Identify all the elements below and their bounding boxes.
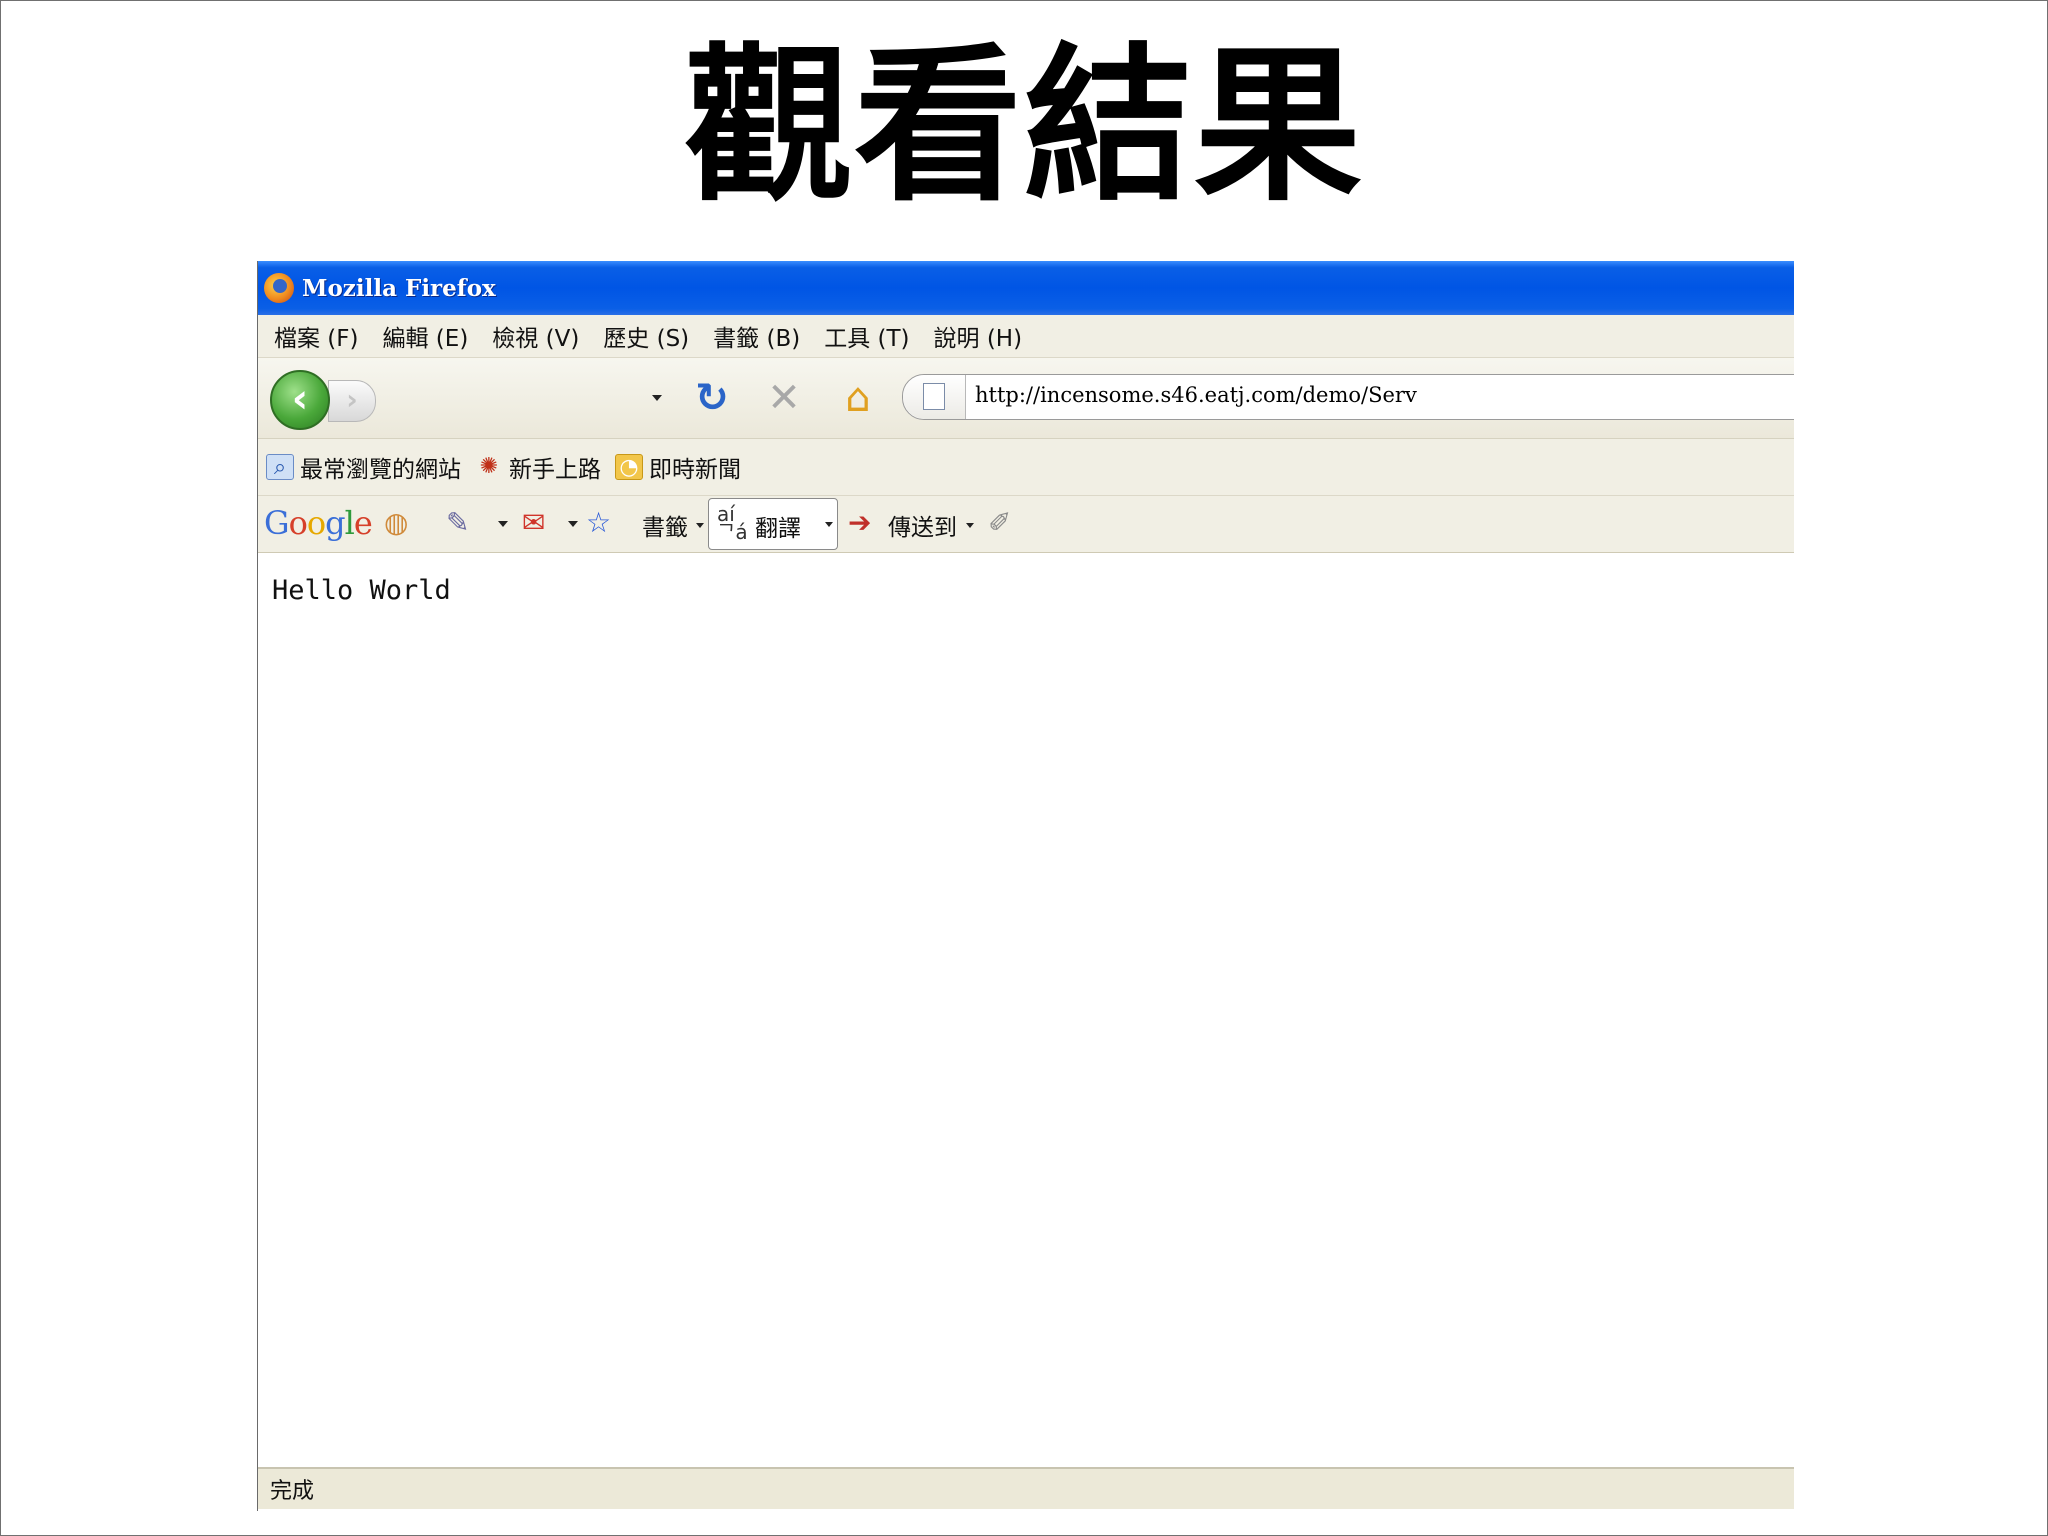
gmail-icon[interactable]: ✉ bbox=[522, 506, 545, 540]
title-bar[interactable]: Mozilla Firefox bbox=[258, 261, 1794, 315]
page-icon bbox=[923, 383, 945, 410]
bookmarks-toolbar: ⌕ 最常瀏覽的網站 ✺ 新手上路 ◔ 即時新聞 bbox=[258, 439, 1794, 496]
translate-icon: aí ᄀá bbox=[717, 502, 748, 544]
bookmark-label: 即時新聞 bbox=[649, 457, 741, 483]
history-dropdown-icon[interactable] bbox=[652, 395, 662, 401]
chevron-left-icon: ‹ bbox=[291, 376, 309, 422]
menu-view[interactable]: 檢視 (V) bbox=[492, 319, 579, 353]
url-input[interactable]: http://incensome.s46.eatj.com/demo/Serv bbox=[975, 383, 1417, 407]
rss-feed-icon: ◔ bbox=[615, 454, 643, 480]
page-content: Hello World bbox=[258, 553, 1794, 1453]
translate-dropdown-icon bbox=[825, 522, 833, 527]
menu-tools[interactable]: 工具 (T) bbox=[824, 319, 909, 353]
dinosaur-icon: ✺ bbox=[479, 454, 499, 479]
url-bar[interactable]: http://incensome.s46.eatj.com/demo/Serv … bbox=[902, 374, 1794, 420]
firefox-logo-icon bbox=[264, 273, 294, 303]
menu-history[interactable]: 歷史 (S) bbox=[603, 319, 689, 353]
buttons-gallery-icon[interactable]: ✎ bbox=[446, 506, 469, 540]
gmail-dropdown-icon[interactable] bbox=[568, 521, 578, 527]
window-title: Mozilla Firefox bbox=[302, 274, 496, 302]
send-to-icon[interactable]: ➔ bbox=[848, 506, 871, 540]
browser-window: Mozilla Firefox 檔案 (F) 編輯 (E) 檢視 (V) 歷史 … bbox=[257, 261, 1794, 1511]
translate-label: 翻譯 bbox=[755, 516, 801, 542]
send-to-dropdown-icon[interactable] bbox=[966, 523, 974, 528]
status-bar: 完成 bbox=[258, 1467, 1794, 1509]
google-bookmarks-button[interactable]: 書籤 bbox=[642, 508, 688, 542]
chevron-right-icon: › bbox=[346, 383, 358, 416]
search-folder-icon: ⌕ bbox=[266, 454, 294, 480]
menu-file[interactable]: 檔案 (F) bbox=[274, 319, 359, 353]
slide: 觀看結果 Mozilla Firefox 檔案 (F) 編輯 (E) 檢視 (V… bbox=[0, 0, 2048, 1536]
bookmark-label: 新手上路 bbox=[509, 457, 601, 483]
site-identity-button[interactable] bbox=[903, 375, 966, 419]
menu-bookmarks[interactable]: 書籤 (B) bbox=[713, 319, 800, 353]
slide-title: 觀看結果 bbox=[684, 28, 1364, 224]
pagerank-icon[interactable]: ◍ bbox=[384, 506, 408, 540]
translate-button[interactable]: aí ᄀá 翻譯 bbox=[708, 498, 838, 550]
status-text: 完成 bbox=[270, 1479, 315, 1504]
gallery-dropdown-icon[interactable] bbox=[498, 521, 508, 527]
bookmark-label: 最常瀏覽的網站 bbox=[300, 457, 461, 483]
forward-button[interactable]: › bbox=[328, 380, 376, 422]
highlighter-icon[interactable]: ✐ bbox=[988, 506, 1011, 540]
bookmark-getting-started[interactable]: ✺ 新手上路 bbox=[475, 450, 601, 484]
navigation-toolbar: › ‹ ↻ ✕ ⌂ http://incensome.s46.eatj.com/… bbox=[258, 358, 1794, 439]
bookmark-star-outline-icon[interactable]: ☆ bbox=[586, 506, 611, 540]
stop-icon[interactable]: ✕ bbox=[762, 376, 806, 420]
back-button[interactable]: ‹ bbox=[270, 370, 330, 430]
google-logo[interactable]: Google bbox=[264, 504, 373, 542]
home-icon[interactable]: ⌂ bbox=[836, 376, 880, 420]
bookmarks-dropdown-icon[interactable] bbox=[696, 523, 704, 528]
bookmark-latest-news[interactable]: ◔ 即時新聞 bbox=[615, 450, 741, 484]
page-body-text: Hello World bbox=[272, 575, 451, 606]
menu-bar: 檔案 (F) 編輯 (E) 檢視 (V) 歷史 (S) 書籤 (B) 工具 (T… bbox=[258, 315, 1794, 358]
google-toolbar: Google ◍ ✎ ✉ ☆ 書籤 aí ᄀá 翻譯 ➔ 傳送到 ✐ bbox=[258, 496, 1794, 553]
menu-edit[interactable]: 編輯 (E) bbox=[383, 319, 469, 353]
reload-icon[interactable]: ↻ bbox=[690, 376, 734, 420]
send-to-button[interactable]: 傳送到 bbox=[888, 508, 957, 542]
bookmark-most-visited[interactable]: ⌕ 最常瀏覽的網站 bbox=[266, 450, 461, 484]
menu-help[interactable]: 說明 (H) bbox=[934, 319, 1023, 353]
